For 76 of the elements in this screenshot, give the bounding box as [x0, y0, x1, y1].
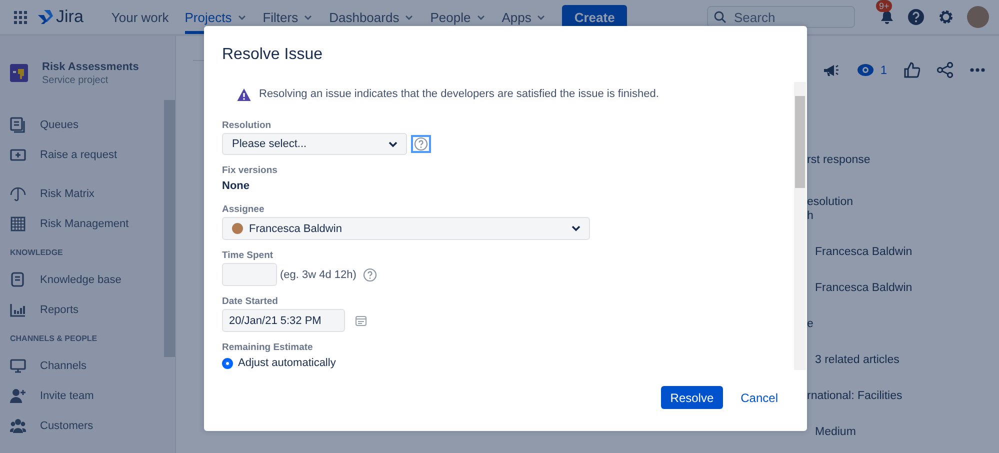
- book-icon: [10, 272, 26, 288]
- megaphone-icon[interactable]: [823, 62, 840, 78]
- field-label: esolution: [807, 195, 854, 209]
- help-icon: [363, 268, 378, 282]
- field-label: Date Started: [222, 295, 279, 309]
- help-icon: [414, 137, 428, 151]
- field-label: Time Spent: [222, 249, 274, 263]
- table-grid-icon: [10, 216, 26, 232]
- watchers-button[interactable]: 1: [857, 63, 887, 77]
- sidebar-item[interactable]: Channels: [10, 351, 175, 381]
- field-value: 3 related articles: [815, 353, 900, 367]
- date-started-field[interactable]: 20/Jan/21 5:32 PM: [222, 309, 345, 332]
- resolve-button[interactable]: Resolve: [661, 386, 723, 409]
- search-icon: [714, 11, 726, 23]
- radio-option[interactable]: Adjust automatically: [222, 355, 336, 371]
- section-heading: KNOWLEDGE: [10, 248, 64, 257]
- app-switcher-icon[interactable]: [14, 10, 27, 24]
- field-label: Assignee: [222, 203, 266, 217]
- thumbs-up-icon[interactable]: [904, 62, 920, 78]
- radio-button[interactable]: [222, 358, 233, 368]
- person-add-icon: [10, 388, 26, 404]
- umbrella-icon: [10, 186, 26, 202]
- field-label: Remaining Estimate: [222, 341, 314, 355]
- user-avatar: [232, 223, 243, 234]
- field-value: Francesca Baldwin: [815, 281, 914, 295]
- help-icon[interactable]: [907, 8, 925, 26]
- time-spent-field[interactable]: [222, 263, 277, 286]
- field-label: e: [807, 317, 814, 331]
- project-name[interactable]: Risk Assessments: [42, 60, 139, 74]
- settings-icon[interactable]: [937, 8, 955, 26]
- more-icon[interactable]: [970, 68, 985, 72]
- chevron-down-icon: [571, 225, 581, 232]
- add-card-icon: [10, 147, 26, 163]
- assignee-dropdown[interactable]: Francesca Baldwin: [222, 217, 590, 240]
- user-avatar[interactable]: [967, 6, 989, 28]
- queue-icon: [10, 117, 26, 133]
- field-value: None: [222, 179, 250, 194]
- eye-icon: [857, 63, 874, 77]
- warning-message: Resolving an issue indicates that the developers are satisfied the issue is finished.: [259, 88, 659, 100]
- scrollbar[interactable]: [794, 82, 806, 370]
- bar-chart-icon: [10, 302, 26, 318]
- search-field[interactable]: Search: [707, 6, 855, 28]
- project-avatar-icon: [10, 64, 28, 82]
- nav-menu-item[interactable]: Dashboards: [329, 0, 414, 34]
- format-hint: (eg. 3w 4d 12h): [280, 268, 356, 280]
- jira-logo[interactable]: Jira: [37, 7, 84, 27]
- field-value: Medium: [815, 425, 857, 439]
- field-label: Fix versions: [222, 164, 278, 178]
- share-icon[interactable]: [937, 62, 953, 78]
- nav-menu-item[interactable]: Your work: [111, 0, 169, 34]
- field-label: rst response: [807, 153, 872, 167]
- field-label: Resolution: [222, 119, 272, 133]
- people-icon: [10, 418, 26, 434]
- dialog-title: Resolve Issue: [221, 45, 324, 62]
- resolution-dropdown[interactable]: Please select...: [222, 133, 407, 155]
- project-type: Service project: [42, 74, 110, 88]
- nav-menu-item[interactable]: Filters: [262, 0, 314, 34]
- sidebar-item[interactable]: Invite team: [10, 381, 175, 411]
- notification-bell-icon: [879, 9, 895, 25]
- help-button[interactable]: [411, 135, 431, 153]
- cancel-link[interactable]: Cancel: [740, 390, 778, 404]
- scrollbar[interactable]: [164, 100, 175, 357]
- logo-icon: [37, 9, 53, 25]
- app-name: Jira: [56, 7, 84, 27]
- warning-icon: [237, 88, 251, 100]
- nav-menu-item[interactable]: People: [430, 0, 486, 34]
- sidebar-item[interactable]: Customers: [10, 411, 175, 441]
- field-detail: h: [807, 209, 814, 223]
- field-label: rnational: Facilities: [807, 389, 904, 403]
- calendar-icon[interactable]: [355, 314, 367, 326]
- section-heading: CHANNELS & PEOPLE: [10, 334, 98, 343]
- nav-menu-item[interactable]: Apps: [502, 0, 546, 34]
- chevron-down-icon: [388, 140, 398, 148]
- monitor-icon: [10, 358, 26, 374]
- notification-count: 9+: [876, 0, 892, 12]
- field-value: Francesca Baldwin: [815, 245, 914, 259]
